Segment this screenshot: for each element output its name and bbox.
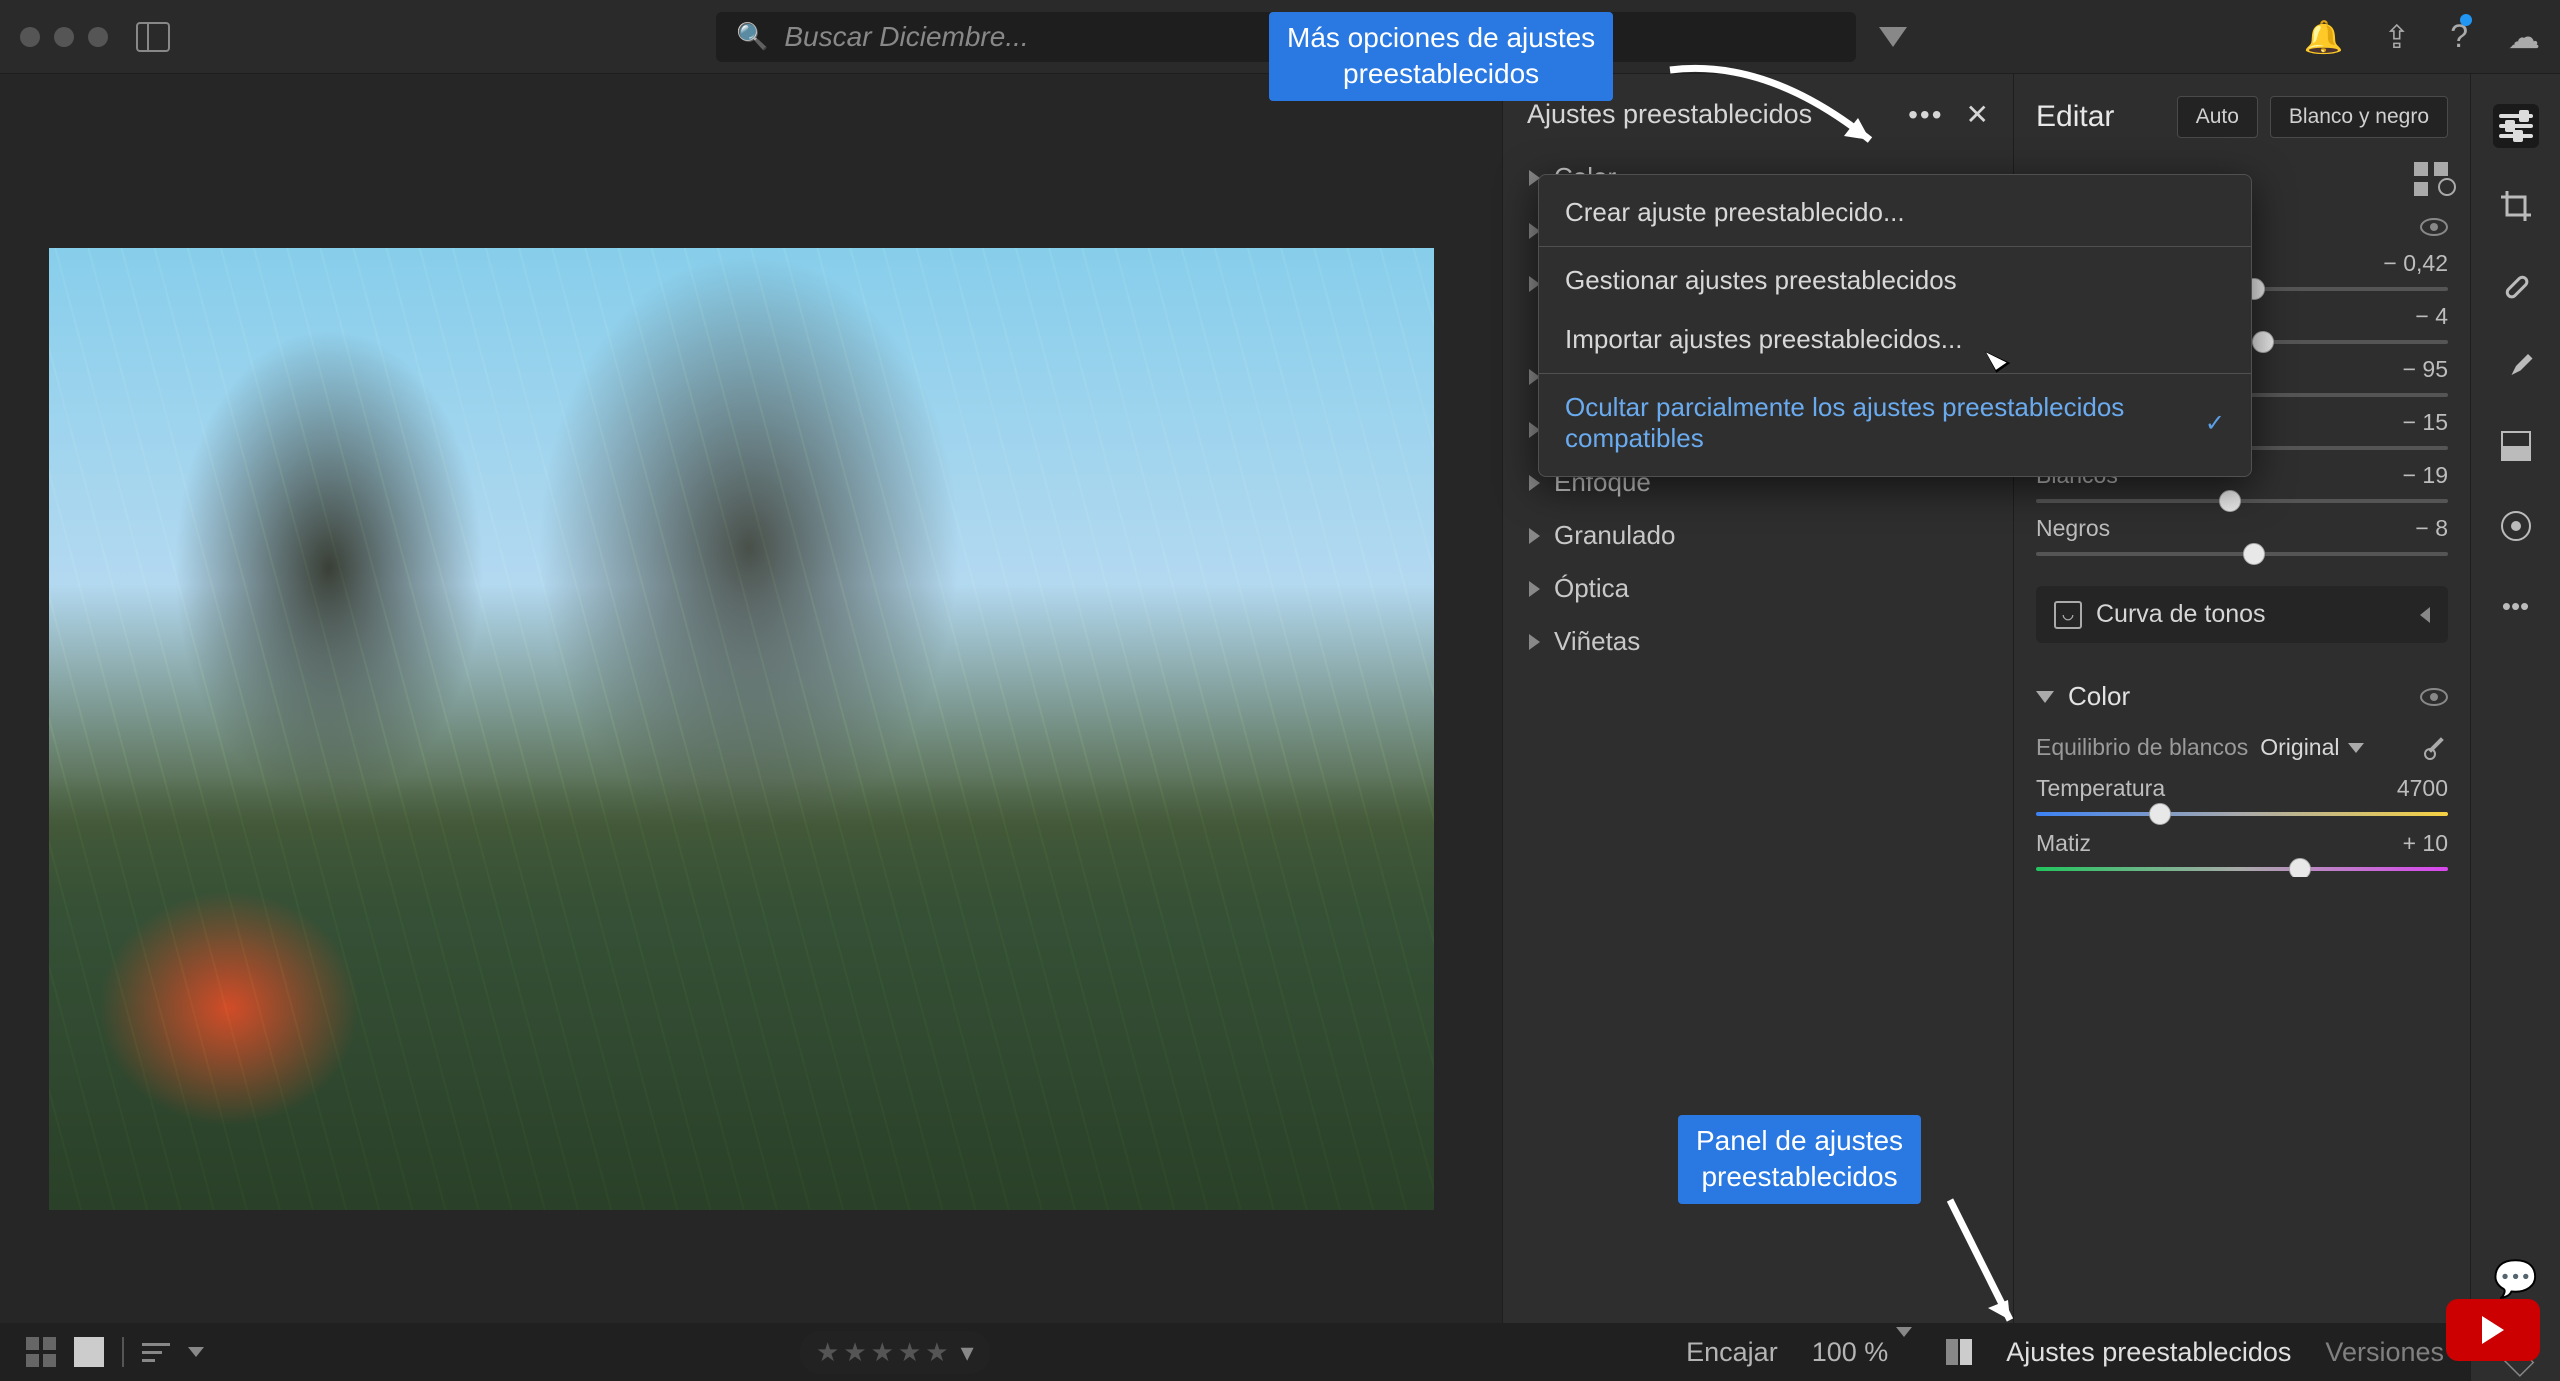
chevron-right-icon xyxy=(1529,634,1540,650)
cloud-sync-icon[interactable]: ☁ xyxy=(2508,18,2540,56)
versions-button[interactable]: Versiones xyxy=(2325,1337,2444,1368)
annotation-callout-2: Panel de ajustes preestablecidos xyxy=(1678,1115,1921,1204)
wb-select[interactable]: Original xyxy=(2260,734,2363,761)
search-icon: 🔍 xyxy=(736,21,768,52)
tone-curve-icon xyxy=(2054,601,2082,629)
slider-label: Matiz xyxy=(2036,830,2091,857)
preset-group[interactable]: Granulado xyxy=(1503,509,2013,562)
eye-icon[interactable] xyxy=(2420,218,2448,236)
edit-panel-title: Editar xyxy=(2036,100,2165,134)
slider-value: + 10 xyxy=(2403,830,2448,857)
chevron-right-icon xyxy=(1529,528,1540,544)
auto-button[interactable]: Auto xyxy=(2177,96,2258,138)
comments-icon[interactable]: 💬 xyxy=(2493,1257,2539,1301)
bw-button[interactable]: Blanco y negro xyxy=(2270,96,2448,138)
fit-button[interactable]: Encajar xyxy=(1686,1337,1778,1368)
healing-icon[interactable] xyxy=(2493,264,2539,308)
slider-value: − 4 xyxy=(2415,303,2448,330)
color-section-header[interactable]: Color xyxy=(2036,681,2448,712)
slider-value: − 95 xyxy=(2403,356,2448,383)
maximize-window-icon[interactable] xyxy=(88,27,108,47)
notifications-icon[interactable]: 🔔 xyxy=(2304,18,2344,56)
ctx-import-presets[interactable]: Importar ajustes preestablecidos... xyxy=(1539,310,2251,369)
right-tool-rail: ••• 💬 🏷 xyxy=(2470,74,2560,1381)
ctx-hide-partial[interactable]: Ocultar parcialmente los ajustes preesta… xyxy=(1539,378,2251,468)
annotation-arrow-icon xyxy=(1660,50,1900,170)
modules-view-icon[interactable] xyxy=(2414,162,2448,196)
slider-label: Temperatura xyxy=(2036,775,2165,802)
grid-view-icon[interactable] xyxy=(26,1337,56,1367)
preset-group[interactable]: Viñetas xyxy=(1503,615,2013,668)
single-view-icon[interactable] xyxy=(74,1337,104,1367)
sidebar-toggle-icon[interactable] xyxy=(136,22,170,52)
photo-canvas[interactable] xyxy=(0,74,1502,1323)
annotation-arrow-icon xyxy=(1930,1190,2050,1340)
ctx-manage-presets[interactable]: Gestionar ajustes preestablecidos xyxy=(1539,251,2251,310)
chevron-right-icon xyxy=(1529,475,1540,491)
radial-gradient-icon[interactable] xyxy=(2493,504,2539,548)
photo-preview xyxy=(49,248,1434,1210)
preset-group[interactable]: Óptica xyxy=(1503,562,2013,615)
brush-icon[interactable] xyxy=(2493,344,2539,388)
slider-value: − 19 xyxy=(2403,462,2448,489)
slider-value: 4700 xyxy=(2397,775,2448,802)
close-window-icon[interactable] xyxy=(20,27,40,47)
slider-value: − 15 xyxy=(2403,409,2448,436)
share-icon[interactable]: ⇪ xyxy=(2383,18,2410,56)
youtube-badge-icon xyxy=(2446,1299,2540,1361)
tint-slider[interactable]: Matiz + 10 xyxy=(2036,830,2448,871)
temperature-slider[interactable]: Temperatura 4700 xyxy=(2036,775,2448,816)
chevron-right-icon xyxy=(1529,581,1540,597)
star-rating[interactable]: ★★★★★▾ xyxy=(800,1331,990,1374)
bottom-toolbar: ★★★★★▾ Encajar 100 % Ajustes preestablec… xyxy=(0,1323,2470,1381)
tone-curve-label: Curva de tonos xyxy=(2096,600,2406,629)
preset-group-label: Granulado xyxy=(1554,520,1675,551)
slider-value: − 8 xyxy=(2415,515,2448,542)
mouse-cursor-icon xyxy=(1988,346,2014,376)
ctx-hide-partial-label: Ocultar parcialmente los ajustes preesta… xyxy=(1565,392,2195,454)
check-icon: ✓ xyxy=(2205,409,2225,438)
filter-icon[interactable] xyxy=(1879,27,1907,47)
chevron-down-icon xyxy=(1896,1327,1912,1367)
wb-label: Equilibrio de blancos xyxy=(2036,734,2248,761)
annotation-callout-1: Más opciones de ajustes preestablecidos xyxy=(1269,12,1613,101)
chevron-down-icon xyxy=(2348,743,2364,753)
ctx-create-preset[interactable]: Crear ajuste preestablecido... xyxy=(1539,183,2251,242)
chevron-down-icon xyxy=(2036,691,2054,703)
presets-more-icon[interactable]: ••• xyxy=(1908,99,1943,131)
slider-value: − 0,42 xyxy=(2383,250,2448,277)
presets-context-menu: Crear ajuste preestablecido... Gestionar… xyxy=(1538,174,2252,477)
chevron-left-icon xyxy=(2420,607,2430,623)
crop-icon[interactable] xyxy=(2493,184,2539,228)
linear-gradient-icon[interactable] xyxy=(2493,424,2539,468)
zoom-label: 100 % xyxy=(1812,1337,1889,1368)
preset-group-label: Viñetas xyxy=(1554,626,1640,657)
minimize-window-icon[interactable] xyxy=(54,27,74,47)
tone-curve-row[interactable]: Curva de tonos xyxy=(2036,586,2448,643)
eyedropper-icon[interactable] xyxy=(2424,736,2448,760)
color-section-title: Color xyxy=(2068,681,2406,712)
presets-bottom-button[interactable]: Ajustes preestablecidos xyxy=(2006,1337,2291,1368)
window-controls xyxy=(20,27,108,47)
presets-close-icon[interactable]: ✕ xyxy=(1956,98,1989,131)
chevron-down-icon xyxy=(188,1347,204,1357)
wb-value: Original xyxy=(2260,734,2339,761)
eye-icon[interactable] xyxy=(2420,688,2448,706)
white-balance-row: Equilibrio de blancos Original xyxy=(2036,734,2448,761)
help-icon[interactable]: ? xyxy=(2450,18,2468,55)
sort-icon[interactable] xyxy=(142,1343,170,1362)
zoom-select[interactable]: 100 % xyxy=(1812,1337,1913,1368)
slider-row[interactable]: Negros − 8 xyxy=(2036,515,2448,556)
edit-sliders-icon[interactable] xyxy=(2493,104,2539,148)
slider-label: Negros xyxy=(2036,515,2110,542)
preset-group-label: Óptica xyxy=(1554,573,1629,604)
compare-icon[interactable] xyxy=(1946,1339,1972,1365)
more-tools-icon[interactable]: ••• xyxy=(2493,584,2539,628)
